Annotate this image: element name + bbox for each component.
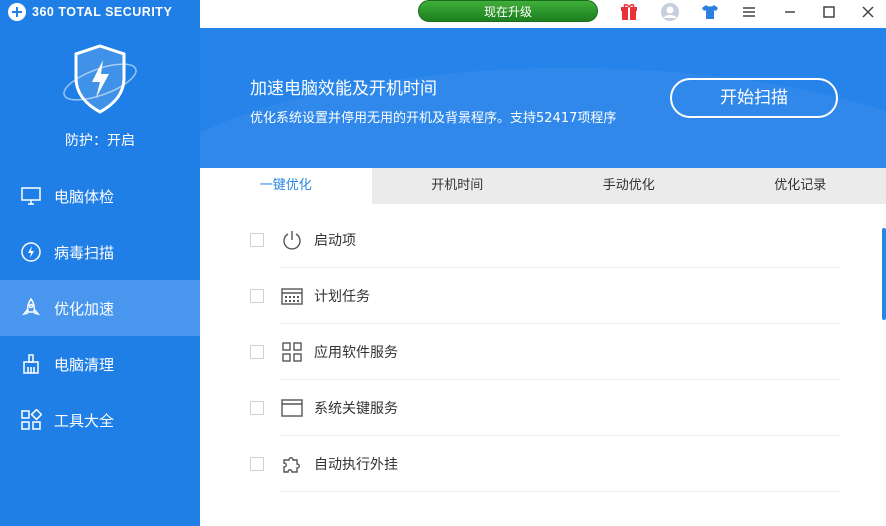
sidebar-item-label: 电脑体检 xyxy=(54,187,115,206)
optimize-item-list: 启动项 计划任务 应用软件服务 系统关键服务 自动执行外挂 xyxy=(250,212,840,492)
sidebar-item-tools[interactable]: 工具大全 xyxy=(0,392,200,448)
optimize-banner: 加速电脑效能及开机时间 优化系统设置并停用无用的开机及背景程序。支持52417项… xyxy=(200,28,886,168)
broom-icon xyxy=(20,353,42,375)
item-label: 计划任务 xyxy=(314,289,370,305)
item-checkbox[interactable] xyxy=(250,345,264,359)
maximize-icon[interactable] xyxy=(817,1,841,23)
sidebar: 360 TOTAL SECURITY 防护：开启 电脑体检 病毒扫描 优化加速 xyxy=(0,0,200,526)
sidebar-item-cleanup[interactable]: 电脑清理 xyxy=(0,336,200,392)
monitor-icon xyxy=(20,185,42,207)
gift-icon[interactable] xyxy=(617,1,641,23)
sidebar-nav: 电脑体检 病毒扫描 优化加速 电脑清理 工具大全 xyxy=(0,168,200,448)
item-label: 启动项 xyxy=(314,233,356,249)
list-item: 系统关键服务 xyxy=(250,380,840,436)
item-checkbox[interactable] xyxy=(250,233,264,247)
sidebar-item-virus-scan[interactable]: 病毒扫描 xyxy=(0,224,200,280)
item-label: 应用软件服务 xyxy=(314,345,398,361)
app-grid-icon xyxy=(280,340,304,364)
calendar-icon xyxy=(280,284,304,308)
brand: 360 TOTAL SECURITY xyxy=(8,2,172,22)
start-scan-button[interactable]: 开始扫描 xyxy=(670,78,838,118)
sidebar-item-label: 优化加速 xyxy=(54,299,115,318)
sidebar-item-label: 病毒扫描 xyxy=(54,243,115,262)
protection-status: 防护：开启 xyxy=(65,133,135,149)
rocket-icon xyxy=(20,297,42,319)
title-bar: 现在升级 xyxy=(200,0,886,28)
brand-name: 360 TOTAL SECURITY xyxy=(32,5,173,19)
banner-title: 加速电脑效能及开机时间 xyxy=(250,79,437,99)
tab-one-click-optimize[interactable]: 一键优化 xyxy=(200,168,372,204)
sidebar-item-optimize[interactable]: 优化加速 xyxy=(0,280,200,336)
list-item: 自动执行外挂 xyxy=(250,436,840,492)
list-item: 应用软件服务 xyxy=(250,324,840,380)
list-item: 启动项 xyxy=(250,212,840,268)
item-checkbox[interactable] xyxy=(250,289,264,303)
sidebar-item-checkup[interactable]: 电脑体检 xyxy=(0,168,200,224)
sidebar-item-label: 工具大全 xyxy=(54,411,115,430)
window-icon xyxy=(280,396,304,420)
item-checkbox[interactable] xyxy=(250,457,264,471)
tools-grid-icon xyxy=(20,409,42,431)
close-icon[interactable] xyxy=(856,1,880,23)
list-item: 计划任务 xyxy=(250,268,840,324)
item-checkbox[interactable] xyxy=(250,401,264,415)
upgrade-now-button[interactable]: 现在升级 xyxy=(418,0,598,22)
tab-bar: 一键优化 开机时间 手动优化 优化记录 xyxy=(200,168,886,204)
user-icon[interactable] xyxy=(658,1,682,23)
sidebar-item-label: 电脑清理 xyxy=(54,355,115,374)
menu-icon[interactable] xyxy=(737,1,761,23)
virus-scan-icon xyxy=(20,241,42,263)
tab-optimize-history[interactable]: 优化记录 xyxy=(715,168,886,204)
minimize-icon[interactable] xyxy=(778,1,802,23)
tab-manual-optimize[interactable]: 手动优化 xyxy=(543,168,715,204)
shield-lightning-icon xyxy=(56,42,144,118)
plus-logo-icon xyxy=(8,3,26,21)
tshirt-skin-icon[interactable] xyxy=(698,1,722,23)
banner-subtitle: 优化系统设置并停用无用的开机及背景程序。支持52417项程序 xyxy=(250,111,617,126)
power-icon xyxy=(280,228,304,252)
tab-boot-time[interactable]: 开机时间 xyxy=(372,168,544,204)
item-label: 系统关键服务 xyxy=(314,401,398,417)
item-label: 自动执行外挂 xyxy=(314,457,398,473)
puzzle-icon xyxy=(280,452,304,476)
scrollbar-thumb[interactable] xyxy=(882,228,886,320)
